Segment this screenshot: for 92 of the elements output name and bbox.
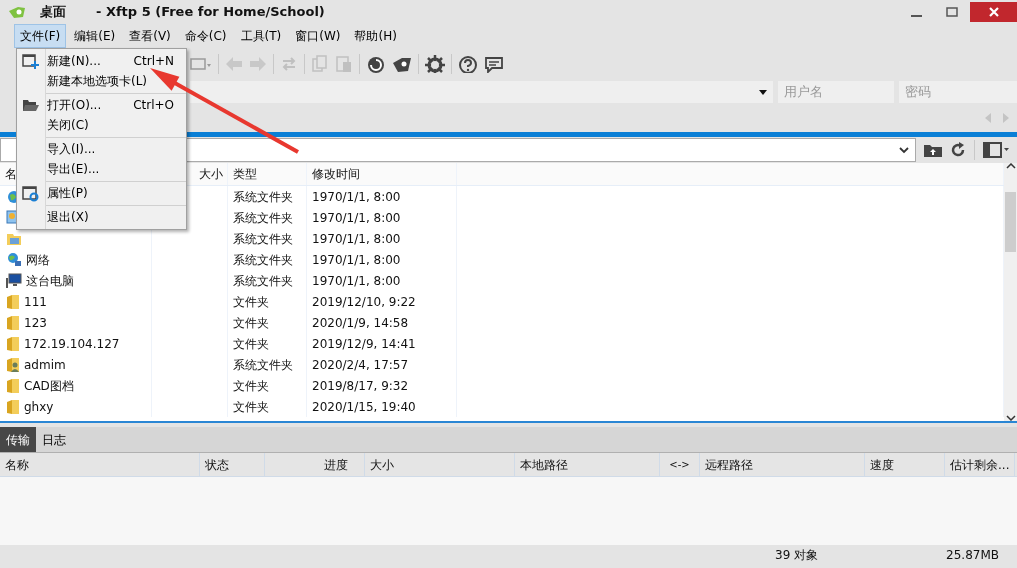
menu-item[interactable]: 窗口(W)	[289, 24, 347, 48]
scroll-up-icon[interactable]	[1005, 163, 1016, 169]
file-name[interactable]: admim	[24, 355, 66, 374]
file-type: 系统文件夹	[233, 356, 293, 374]
menu-item[interactable]: 帮助(H)	[348, 24, 403, 48]
folder-icon	[6, 377, 20, 394]
column-header[interactable]: <->	[660, 453, 700, 476]
upload-folder-icon[interactable]	[924, 143, 942, 157]
column-header[interactable]: 状态	[200, 453, 265, 476]
file-name[interactable]: ghxy	[24, 397, 54, 416]
file-name[interactable]: 这台电脑	[26, 271, 74, 290]
menu-item[interactable]: 文件(F)	[14, 24, 67, 48]
username-field[interactable]: 用户名	[778, 81, 894, 103]
file-type: 文件夹	[233, 398, 269, 416]
window-title: - Xftp 5 (Free for Home/School)	[96, 3, 325, 22]
shortcut-text: Ctrl+O	[133, 97, 175, 114]
close-button[interactable]	[970, 2, 1017, 22]
refresh-icon[interactable]	[950, 142, 966, 158]
password-field[interactable]: 密码	[899, 81, 1017, 103]
modified-time: 2019/12/10, 9:22	[312, 293, 416, 311]
file-name[interactable]: 111	[24, 292, 47, 311]
chevron-down-icon	[899, 146, 909, 154]
menu-option[interactable]: 新建本地选项卡(L)	[17, 71, 186, 91]
network-icon	[6, 251, 22, 268]
column-header[interactable]: 大小	[365, 453, 515, 476]
modified-time: 1970/1/1, 8:00	[312, 230, 401, 248]
maximize-icon	[946, 7, 958, 17]
file-type: 文件夹	[233, 314, 269, 332]
file-name[interactable]: 123	[24, 313, 47, 332]
folder-name: 桌面	[40, 3, 66, 22]
modified-time: 1970/1/1, 8:00	[312, 188, 401, 206]
column-header[interactable]: 本地路径	[515, 453, 660, 476]
host-field[interactable]	[190, 81, 773, 103]
object-count: 39 对象	[775, 547, 819, 564]
file-type: 文件夹	[233, 293, 269, 311]
column-header[interactable]: 名称	[0, 453, 200, 476]
app-logo-icon	[8, 5, 26, 19]
modified-time: 2020/1/15, 19:40	[312, 398, 416, 416]
minimize-icon	[910, 15, 922, 17]
file-type: 文件夹	[233, 335, 269, 353]
column-header[interactable]: 修改时间	[307, 163, 457, 185]
scroll-thumb[interactable]	[1005, 192, 1016, 252]
menu-option[interactable]: 新建(N)... Ctrl+N	[17, 51, 186, 71]
scrollbar[interactable]	[1004, 163, 1017, 421]
file-type: 系统文件夹	[233, 209, 293, 227]
folder-icon	[6, 314, 20, 331]
menu-option[interactable]: 关闭(C)	[17, 115, 186, 135]
modified-time: 2020/2/4, 17:57	[312, 356, 409, 374]
folder-icon	[6, 398, 20, 415]
file-type: 系统文件夹	[233, 188, 293, 206]
folder-icon	[6, 293, 20, 310]
file-type: 系统文件夹	[233, 251, 293, 269]
menu-option[interactable]: 属性(P)	[17, 183, 186, 203]
menu-item[interactable]: 编辑(E)	[68, 24, 122, 48]
column-header[interactable]: 估计剩余...	[945, 453, 1015, 476]
folder-icon	[6, 335, 20, 352]
computer-icon	[6, 272, 22, 289]
modified-time: 2019/8/17, 9:32	[312, 377, 409, 395]
file-type: 系统文件夹	[233, 272, 293, 290]
caret-icon	[759, 89, 767, 95]
menu-option[interactable]: 退出(X)	[17, 207, 186, 227]
panel-tab[interactable]: 日志	[36, 427, 72, 452]
close-icon	[988, 7, 999, 17]
panel-tab[interactable]: 传输	[0, 427, 36, 452]
column-header[interactable]: 远程路径	[700, 453, 865, 476]
help-icon[interactable]	[458, 55, 478, 73]
file-name[interactable]: 网络	[26, 250, 50, 269]
modified-time: 2019/12/9, 14:41	[312, 335, 416, 353]
file-name[interactable]: 172.19.104.127	[24, 334, 120, 353]
chat-icon[interactable]	[484, 55, 504, 73]
file-name[interactable]: CAD图档	[24, 376, 74, 395]
modified-time: 1970/1/1, 8:00	[312, 272, 401, 290]
modified-time: 1970/1/1, 8:00	[312, 209, 401, 227]
shortcut-text: Ctrl+N	[133, 53, 175, 70]
menu-item[interactable]: 工具(T)	[234, 24, 288, 48]
settings-icon[interactable]	[425, 55, 445, 73]
modified-time: 1970/1/1, 8:00	[312, 251, 401, 269]
modified-time: 2020/1/9, 14:58	[312, 314, 409, 332]
file-type: 文件夹	[233, 377, 269, 395]
monitor-icon[interactable]	[190, 55, 212, 73]
column-header[interactable]: 类型	[228, 163, 307, 185]
menu-option[interactable]: 打开(O)... Ctrl+O	[17, 95, 186, 115]
file-type: 系统文件夹	[233, 230, 293, 248]
menu-item[interactable]: 命令(C)	[178, 24, 233, 48]
menu-item[interactable]: 查看(V)	[123, 24, 177, 48]
panel-layout-icon[interactable]	[983, 142, 1009, 158]
total-size: 25.87MB	[946, 547, 1000, 564]
column-header[interactable]: 进度	[265, 453, 365, 476]
scroll-down-icon[interactable]	[1005, 415, 1016, 421]
menu-option[interactable]: 导入(I)...	[17, 139, 186, 159]
user-folder-icon	[6, 356, 20, 373]
column-header[interactable]: 速度	[865, 453, 945, 476]
